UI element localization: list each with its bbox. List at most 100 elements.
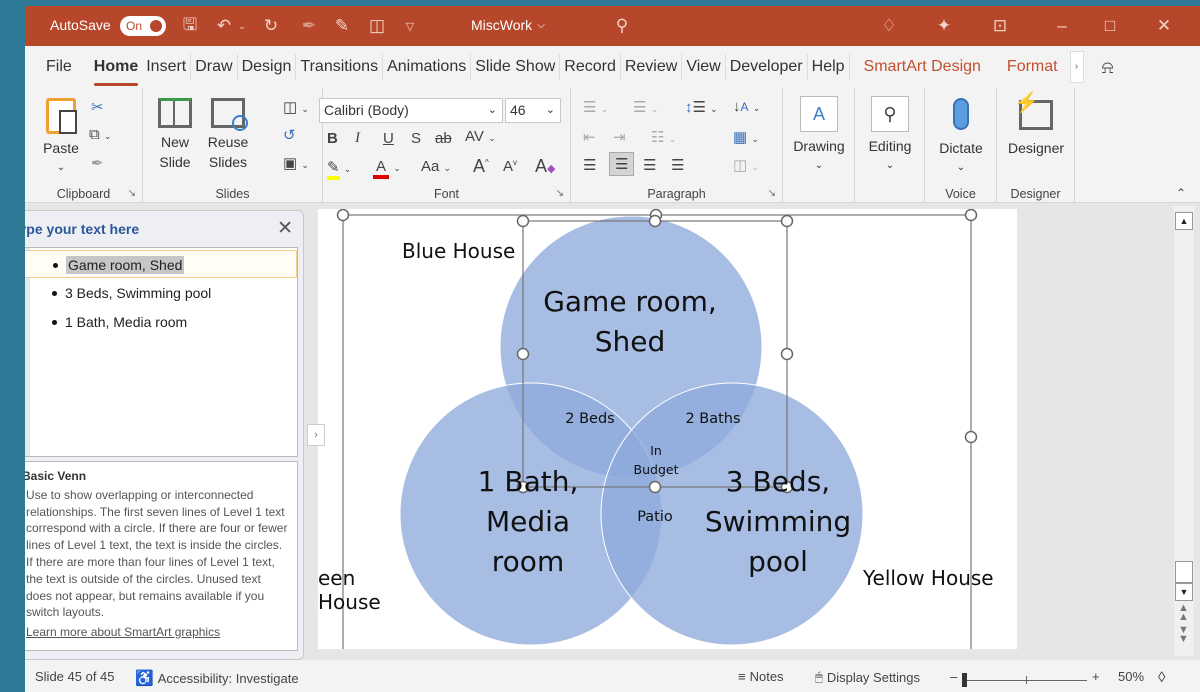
format-painter-icon[interactable]: ✒: [91, 154, 104, 172]
underline-button[interactable]: U: [383, 130, 394, 147]
cut-icon[interactable]: ✂: [91, 98, 104, 116]
tab-help[interactable]: Help: [808, 54, 850, 80]
font-launcher-icon[interactable]: ↘: [556, 188, 564, 199]
label-blue-house[interactable]: Blue House: [402, 239, 552, 263]
decrease-indent-icon[interactable]: ⇤: [583, 128, 596, 146]
tab-design[interactable]: Design: [238, 54, 297, 80]
resize-handle[interactable]: [648, 480, 662, 494]
redo-icon[interactable]: ↻: [259, 14, 283, 38]
italic-button[interactable]: I: [355, 130, 360, 147]
tab-slide-show[interactable]: Slide Show: [471, 54, 561, 80]
tab-transitions[interactable]: Transitions: [296, 54, 384, 80]
align-left-icon[interactable]: ☰: [583, 156, 596, 174]
minimize-icon[interactable]: –: [1050, 14, 1074, 38]
resize-handle[interactable]: [648, 214, 662, 228]
next-slide-icon[interactable]: ▼ ▼: [1178, 625, 1189, 645]
align-center-icon[interactable]: ☰: [609, 152, 635, 176]
tab-draw[interactable]: Draw: [191, 54, 238, 80]
reset-slide-icon[interactable]: ↺: [283, 126, 296, 144]
tab-animations[interactable]: Animations: [383, 54, 472, 80]
bullets-icon[interactable]: ☰ ⌄: [583, 98, 608, 116]
previous-slide-icon[interactable]: ▲ ▲: [1178, 603, 1189, 623]
share-comments-icon[interactable]: ⍾: [1102, 57, 1114, 78]
tab-home[interactable]: Home: [90, 54, 142, 86]
align-text-icon[interactable]: ▦ ⌄: [733, 128, 759, 146]
save-icon[interactable]: 🖫: [178, 14, 202, 38]
search-icon[interactable]: ⚲: [610, 14, 634, 38]
font-family-select[interactable]: Calibri (Body) ⌄: [319, 98, 503, 123]
text-pane-list[interactable]: Game room, Shed 3 Beds, Swimming pool 1 …: [25, 247, 298, 457]
justify-icon[interactable]: ☰: [671, 156, 684, 174]
tab-view[interactable]: View: [682, 54, 726, 80]
tab-review[interactable]: Review: [621, 54, 683, 80]
resize-handle[interactable]: [964, 430, 978, 444]
present-icon[interactable]: ◫: [365, 14, 389, 38]
text-pane-item[interactable]: 3 Beds, Swimming pool: [25, 279, 297, 307]
editing-button[interactable]: ⚲ Editing ⌄: [860, 96, 920, 176]
format-painter-icon[interactable]: ✒: [297, 14, 321, 38]
font-color-button[interactable]: A ⌄: [373, 158, 401, 179]
notes-button[interactable]: ≡ Notes: [738, 669, 784, 684]
zoom-out-button[interactable]: –: [950, 669, 957, 684]
shrink-font-button[interactable]: Av: [503, 158, 517, 175]
tab-format[interactable]: Format: [1003, 54, 1062, 80]
accessibility-button[interactable]: ♿ Accessibility: Investigate: [135, 669, 299, 687]
zoom-level[interactable]: 50%: [1118, 669, 1144, 684]
slide-canvas[interactable]: Blue House een House Yellow House Game r…: [318, 209, 1017, 649]
zoom-in-button[interactable]: +: [1092, 669, 1100, 684]
shadow-button[interactable]: S: [411, 130, 421, 147]
undo-dropdown-icon[interactable]: ⌄: [230, 14, 254, 38]
scroll-down-button[interactable]: ▼: [1175, 583, 1193, 601]
pen-icon[interactable]: ✎: [330, 14, 354, 38]
grow-font-button[interactable]: A^: [473, 156, 489, 177]
tab-record[interactable]: Record: [560, 54, 621, 80]
scroll-up-button[interactable]: ▲: [1175, 212, 1193, 230]
vertical-scrollbar[interactable]: ▲ ▼ ▲ ▲ ▼ ▼: [1174, 206, 1194, 656]
reuse-slides-button[interactable]: Reuse Slides: [203, 98, 253, 172]
dictate-button[interactable]: Dictate ⌄: [931, 96, 991, 178]
layout-icon[interactable]: ◫ ⌄: [283, 98, 309, 116]
resize-handle[interactable]: [964, 209, 978, 222]
circle-left-text[interactable]: 1 Bath, Media room: [428, 462, 628, 582]
zoom-slider-thumb[interactable]: [962, 673, 967, 687]
label-green-house[interactable]: een House: [318, 566, 418, 614]
resize-handle[interactable]: [336, 209, 350, 222]
text-pane-item[interactable]: 1 Bath, Media room: [25, 308, 297, 336]
resize-handle[interactable]: [516, 214, 530, 228]
autosave-toggle[interactable]: On: [120, 16, 166, 36]
columns-icon[interactable]: ☷ ⌄: [651, 128, 676, 146]
align-right-icon[interactable]: ☰: [643, 156, 656, 174]
bold-button[interactable]: B: [327, 130, 338, 147]
drawing-button[interactable]: A Drawing ⌄: [789, 96, 849, 176]
tabs-scroll-right-button[interactable]: ›: [1069, 51, 1084, 83]
tab-file[interactable]: File: [42, 54, 76, 80]
resize-handle[interactable]: [780, 214, 794, 228]
font-size-select[interactable]: 46 ⌄: [505, 98, 561, 123]
collapse-ribbon-icon[interactable]: ⌃: [1176, 186, 1186, 200]
document-title[interactable]: MiscWork ⌵: [471, 17, 545, 33]
tab-developer[interactable]: Developer: [726, 54, 808, 80]
display-settings-button[interactable]: 🖱 Display Settings: [815, 669, 920, 685]
zoom-slider[interactable]: [962, 673, 1087, 687]
paragraph-launcher-icon[interactable]: ↘: [768, 188, 776, 199]
customize-qat-icon[interactable]: ▽: [398, 14, 422, 38]
convert-to-smartart-icon[interactable]: ◫ ⌄: [733, 156, 759, 174]
ribbon-display-icon[interactable]: ⊡: [988, 14, 1012, 38]
resize-handle[interactable]: [780, 347, 794, 361]
scroll-thumb[interactable]: [1175, 561, 1193, 583]
character-spacing-button[interactable]: AV ⌄: [465, 128, 496, 145]
highlight-button[interactable]: ✎ ⌄: [327, 158, 351, 180]
text-pane-toggle-button[interactable]: ›: [307, 424, 325, 446]
strikethrough-button[interactable]: ab: [435, 130, 452, 147]
maximize-icon[interactable]: □: [1098, 14, 1122, 38]
close-icon[interactable]: ✕: [1152, 14, 1176, 38]
text-pane-item[interactable]: Game room, Shed: [25, 250, 297, 278]
paste-button[interactable]: Paste ⌄: [39, 98, 83, 178]
designer-ideas-icon[interactable]: ✦: [932, 14, 956, 38]
clear-formatting-icon[interactable]: A◆: [535, 156, 555, 177]
section-icon[interactable]: ▣ ⌄: [283, 154, 309, 172]
clipboard-launcher-icon[interactable]: ↘: [128, 188, 136, 199]
premium-diamond-icon[interactable]: ♢: [877, 14, 901, 38]
new-slide-button[interactable]: New Slide: [153, 98, 197, 172]
tab-smartart-design[interactable]: SmartArt Design: [860, 54, 985, 80]
